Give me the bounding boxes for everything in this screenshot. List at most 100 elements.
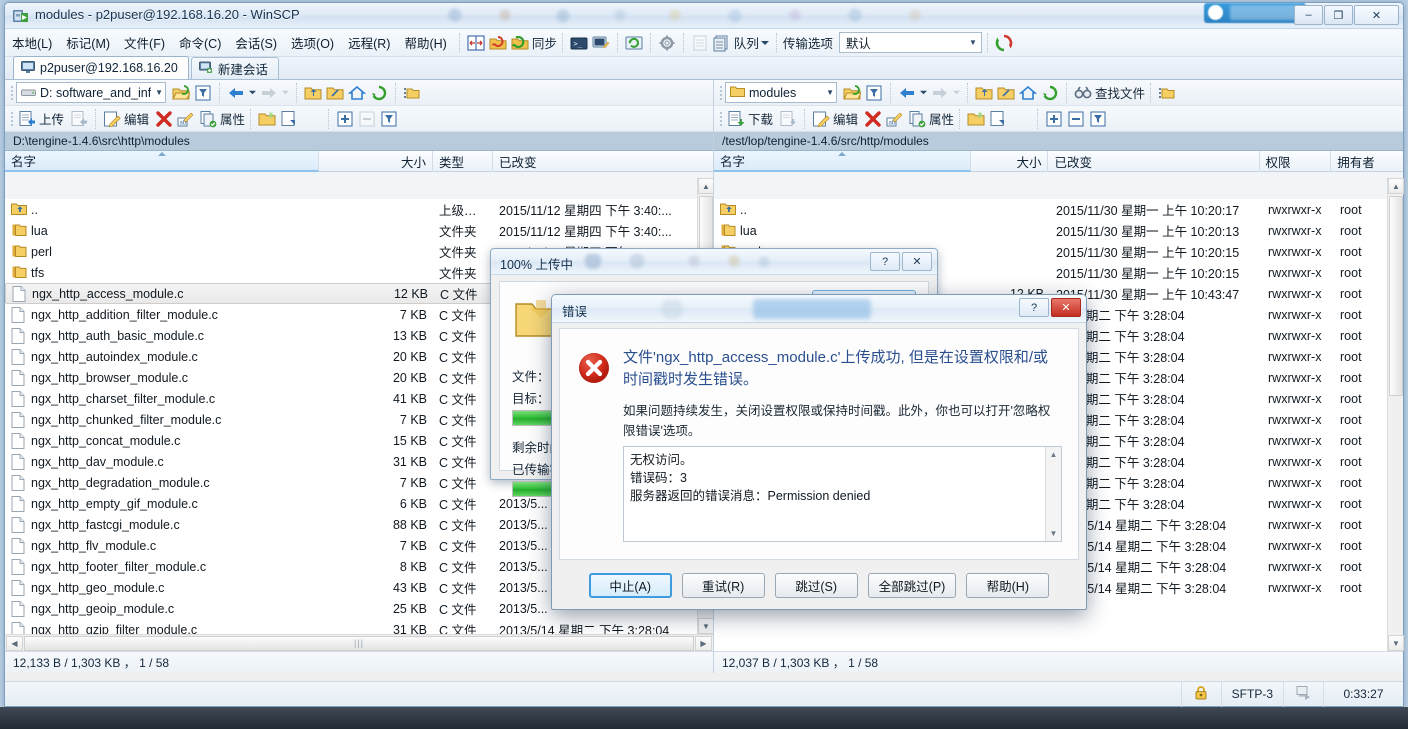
menu-help[interactable]: 帮助(H) (397, 30, 453, 55)
help-button[interactable]: 帮助(H) (966, 572, 1050, 598)
error-help-button[interactable]: ? (1019, 298, 1049, 317)
download-icon[interactable] (725, 108, 747, 130)
sync-label[interactable]: 同步 (532, 33, 557, 52)
refresh-session-icon[interactable] (993, 32, 1015, 54)
open-directory-icon[interactable] (170, 82, 192, 104)
scroll-up-arrow-icon[interactable]: ▲ (1388, 178, 1404, 194)
invert-selection-icon[interactable] (378, 108, 400, 130)
progress-close-button[interactable]: ✕ (902, 252, 932, 271)
refresh-directory-icon[interactable] (1039, 82, 1061, 104)
edit-label[interactable]: 编辑 (124, 109, 149, 128)
tab-session[interactable]: p2puser@192.168.16.20 (13, 56, 189, 79)
remote-directory-combo[interactable]: modules ▼ (725, 82, 837, 103)
scrollbar-thumb[interactable]: ||| (24, 635, 694, 651)
scroll-up-arrow-icon[interactable]: ▲ (698, 178, 714, 194)
back-icon[interactable] (225, 82, 247, 104)
parent-directory-icon[interactable] (302, 82, 324, 104)
select-remove-icon[interactable] (1065, 108, 1087, 130)
status-protocol[interactable]: SFTP-3 (1220, 681, 1283, 707)
chevron-down-icon[interactable]: ▼ (155, 88, 163, 97)
scroll-right-arrow-icon[interactable]: ▶ (695, 635, 712, 651)
delete-icon[interactable] (862, 108, 884, 130)
column-header-size[interactable]: 大小 (971, 151, 1049, 172)
status-queue-cell[interactable] (1283, 681, 1323, 707)
edit-pencil-icon[interactable] (101, 108, 123, 130)
back-chevron-down-icon[interactable] (247, 82, 258, 104)
new-file-icon[interactable] (278, 108, 300, 130)
root-directory-icon[interactable] (324, 82, 346, 104)
column-header-modified[interactable]: 已改变 (493, 151, 685, 172)
error-detail-scrollbar[interactable]: ▲ ▼ (1045, 447, 1061, 541)
select-add-icon[interactable] (1043, 108, 1065, 130)
refresh-directory-icon[interactable] (368, 82, 390, 104)
chevron-down-icon[interactable]: ▼ (826, 88, 834, 97)
column-header-size[interactable]: 大小 (319, 151, 433, 172)
home-icon[interactable] (346, 82, 368, 104)
delete-icon[interactable] (153, 108, 175, 130)
back-icon[interactable] (896, 82, 918, 104)
progress-help-button[interactable]: ? (870, 252, 900, 271)
filter-icon[interactable] (192, 82, 214, 104)
floating-upload-widget[interactable] (1204, 3, 1306, 23)
table-row[interactable]: .. 上级目录 2015/11/12 星期四 下午 3:40:... (5, 199, 697, 220)
new-folder-icon[interactable] (256, 108, 278, 130)
queue-icon[interactable] (711, 32, 733, 54)
menu-local[interactable]: 本地(L) (5, 30, 59, 55)
gear-icon[interactable] (656, 32, 678, 54)
scroll-down-arrow-icon[interactable]: ▼ (698, 618, 714, 634)
queue-chevron-down-icon[interactable] (759, 32, 771, 54)
rename-icon[interactable]: ab (884, 108, 906, 130)
new-folder-icon[interactable] (965, 108, 987, 130)
table-row[interactable]: lua 2015/11/30 星期一 上午 10:20:13 rwxrwxr-x ro… (714, 220, 1387, 241)
root-directory-icon[interactable] (995, 82, 1017, 104)
scroll-down-arrow-icon[interactable]: ▼ (1388, 635, 1404, 651)
open-terminal-icon[interactable]: >_ (568, 32, 590, 54)
rename-icon[interactable]: ab (175, 108, 197, 130)
menu-session[interactable]: 会话(S) (228, 30, 284, 55)
maximize-button[interactable]: ❐ (1324, 5, 1353, 25)
find-files-label[interactable]: 查找文件 (1095, 83, 1145, 102)
select-add-icon[interactable] (334, 108, 356, 130)
scroll-up-arrow-icon[interactable]: ▲ (1046, 447, 1061, 462)
table-row[interactable]: .. 2015/11/30 星期一 上午 10:20:17 rwxrwxr-x roo… (714, 199, 1387, 220)
refresh-icon[interactable] (623, 32, 645, 54)
tab-new-session[interactable]: 新建会话 (190, 57, 279, 79)
menu-options[interactable]: 选项(O) (284, 30, 341, 55)
error-detail-box[interactable]: 无权访问。 错误码：3 服务器返回的错误消息：Permission denied… (623, 446, 1062, 542)
find-files-icon[interactable] (1072, 82, 1094, 104)
bookmark-directory-icon[interactable] (1156, 82, 1178, 104)
scrollbar-thumb[interactable] (1389, 196, 1403, 396)
abort-button[interactable]: 中止(A) (588, 572, 672, 598)
bookmark-directory-icon[interactable] (401, 82, 423, 104)
back-chevron-down-icon[interactable] (918, 82, 929, 104)
invert-selection-icon[interactable] (1087, 108, 1109, 130)
column-header-owner[interactable]: 拥有者 (1331, 151, 1387, 172)
column-header-name[interactable]: 名字 (714, 151, 971, 172)
menu-remote[interactable]: 远程(R) (341, 30, 397, 55)
open-putty-icon[interactable] (590, 32, 612, 54)
table-row[interactable]: lua 文件夹 2015/11/12 星期四 下午 3:40:... (5, 220, 697, 241)
column-header-name[interactable]: 名字 (5, 151, 319, 172)
close-button[interactable]: ✕ (1354, 5, 1399, 25)
menu-command[interactable]: 命令(C) (172, 30, 228, 55)
properties-label[interactable]: 属性 (929, 109, 954, 128)
remote-vertical-scrollbar[interactable]: ▲ ▼ (1387, 178, 1404, 651)
menu-file[interactable]: 文件(F) (117, 30, 172, 55)
local-horizontal-scrollbar[interactable]: ◀ ||| ▶ (5, 634, 713, 651)
status-lock-cell[interactable] (1180, 681, 1221, 707)
download-options-icon[interactable] (777, 108, 799, 130)
synchronize-browsing-icon[interactable] (487, 32, 509, 54)
skip-all-button[interactable]: 全部跳过(P) (867, 572, 957, 598)
edit-pencil-icon[interactable] (810, 108, 832, 130)
filter-icon[interactable] (863, 82, 885, 104)
table-row[interactable]: ngx_http_gzip_filter_module.c 31 KB C 文件 20… (5, 619, 697, 634)
compare-directories-icon[interactable] (465, 32, 487, 54)
download-label[interactable]: 下载 (748, 109, 773, 128)
scroll-left-arrow-icon[interactable]: ◀ (6, 635, 23, 651)
upload-icon[interactable] (16, 108, 38, 130)
retry-button[interactable]: 重试(R) (681, 572, 765, 598)
properties-copy-icon[interactable] (906, 108, 928, 130)
properties-copy-icon[interactable] (197, 108, 219, 130)
transfer-preset-combo[interactable]: 默认 ▼ (838, 32, 982, 53)
parent-directory-icon[interactable] (973, 82, 995, 104)
